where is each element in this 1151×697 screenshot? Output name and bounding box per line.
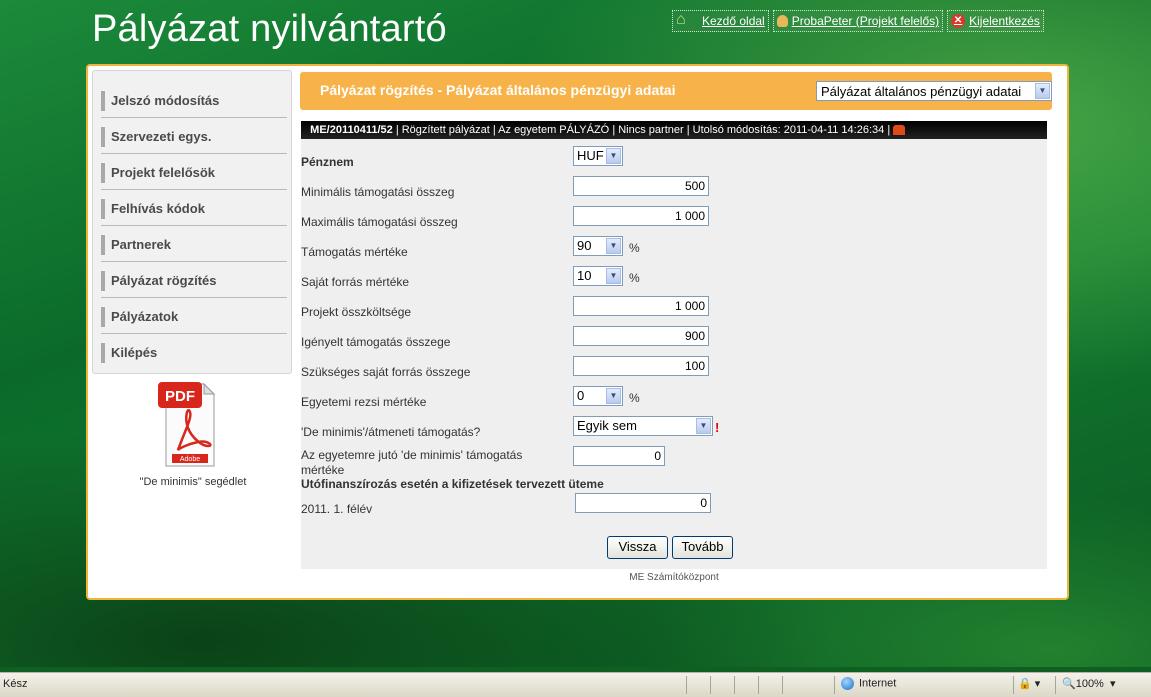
page-title: Pályázat rögzítés - Pályázat általános p…	[320, 82, 676, 98]
globe-icon	[841, 677, 854, 690]
record-status-bar: ME/20110411/52 | Rögzített pályázat | Az…	[301, 121, 1047, 139]
currency-label: Pénznem	[301, 155, 354, 169]
browser-status-text: Kész	[3, 678, 28, 690]
record-applicant: Az egyetem PÁLYÁZÓ	[498, 124, 610, 136]
sidebar-item-applications[interactable]: Pályázatok	[101, 307, 293, 327]
own-rate-value: 10	[577, 268, 592, 283]
total-cost-input[interactable]: 1 000	[573, 296, 709, 316]
own-amount-label: Szükséges saját forrás összege	[301, 365, 471, 379]
semester-label: 2011. 1. félév	[301, 502, 373, 516]
record-partner: Nincs partner	[618, 124, 684, 136]
record-state: Rögzített pályázat	[401, 124, 490, 136]
deminimis-select[interactable]: Egyik sem ▼	[573, 416, 713, 436]
chevron-down-icon: ▼	[606, 148, 621, 164]
main-panel: Jelszó módosítás Szervezeti egys. Projek…	[86, 64, 1069, 600]
menu-divider	[101, 117, 287, 118]
sidebar-item-project-owners[interactable]: Projekt felelősök	[101, 163, 293, 183]
next-button[interactable]: Tovább	[672, 536, 733, 559]
home-icon	[676, 11, 698, 29]
back-button[interactable]: Vissza	[607, 536, 668, 559]
financial-form: Pénznem HUF ▼ Minimális támogatási össze…	[301, 139, 1047, 569]
zone-indicator: Internet	[841, 677, 896, 690]
menu-divider	[101, 189, 287, 190]
sidebar-item-password[interactable]: Jelszó módosítás	[101, 91, 293, 111]
own-rate-unit: %	[629, 271, 640, 285]
total-cost-label: Projekt összköltsége	[301, 305, 412, 319]
home-link-label: Kezdő oldal	[702, 14, 765, 28]
max-support-input[interactable]: 1 000	[573, 206, 709, 226]
logout-link-label: Kijelentkezés	[969, 14, 1040, 28]
sidebar-item-application-entry[interactable]: Pályázat rögzítés	[101, 271, 293, 291]
pdf-brand: Adobe	[180, 456, 200, 463]
menu-divider	[101, 261, 287, 262]
chevron-down-icon: ▼	[696, 418, 711, 434]
overhead-label: Egyetemi rezsi mértéke	[301, 395, 427, 409]
pdf-caption[interactable]: "De minimis" segédlet	[98, 476, 288, 488]
currency-value: HUF	[577, 148, 604, 163]
pdf-label: PDF	[165, 388, 195, 405]
pdf-guide-icon[interactable]: PDF Adobe	[158, 376, 220, 471]
own-amount-input[interactable]: 100	[573, 356, 709, 376]
requested-input[interactable]: 900	[573, 326, 709, 346]
page-footer: ME Számítóközpont	[629, 572, 719, 583]
app-title: Pályázat nyilvántartó	[92, 8, 447, 50]
deminimis-value: Egyik sem	[577, 418, 637, 433]
logout-link[interactable]: ✕ Kijelentkezés	[947, 10, 1044, 32]
sidebar: Jelszó módosítás Szervezeti egys. Projek…	[92, 70, 292, 374]
univ-deminimis-input[interactable]: 0	[573, 446, 665, 466]
home-red-icon[interactable]	[893, 125, 906, 136]
zoom-control[interactable]: 🔍100% ▾	[1062, 677, 1115, 690]
user-link[interactable]: ProbaPeter (Projekt felelős)	[772, 10, 944, 32]
section-select[interactable]: Pályázat általános pénzügyi adatai ▼	[816, 81, 1052, 101]
own-rate-label: Saját forrás mértéke	[301, 275, 410, 289]
chevron-down-icon: ▼	[606, 388, 621, 404]
home-link[interactable]: Kezdő oldal	[672, 10, 769, 32]
warning-mark: !	[715, 420, 720, 435]
univ-deminimis-label-cont: mértéke	[301, 463, 345, 477]
zoom-label: 100%	[1075, 678, 1104, 690]
support-rate-unit: %	[629, 241, 640, 255]
zoom-icon: 🔍	[1062, 678, 1076, 690]
record-id: ME/20110411/52	[310, 124, 393, 136]
user-link-label: ProbaPeter (Projekt felelős)	[791, 14, 940, 28]
menu-divider	[101, 333, 287, 334]
logout-icon: ✕	[951, 14, 966, 28]
sidebar-item-org-units[interactable]: Szervezeti egys.	[101, 127, 293, 147]
support-rate-select[interactable]: 90 ▼	[573, 236, 623, 256]
sidebar-item-call-codes[interactable]: Felhívás kódok	[101, 199, 293, 219]
own-rate-select[interactable]: 10 ▼	[573, 266, 623, 286]
chevron-down-icon: ▼	[606, 238, 621, 254]
overhead-unit: %	[629, 391, 640, 405]
semester-input[interactable]: 0	[575, 493, 711, 513]
min-support-input[interactable]: 500	[573, 176, 709, 196]
support-rate-label: Támogatás mértéke	[301, 245, 408, 259]
requested-label: Igényelt támogatás összege	[301, 335, 451, 349]
browser-status-bar: Kész Internet 🔒 ▾ 🔍100% ▾	[0, 672, 1151, 697]
sidebar-item-exit[interactable]: Kilépés	[101, 343, 293, 363]
section-select-value: Pályázat általános pénzügyi adatai	[821, 84, 1022, 99]
chevron-down-icon: ▼	[606, 268, 621, 284]
top-links: Kezdő oldal ProbaPeter (Projekt felelős)…	[672, 10, 1044, 32]
max-support-label: Maximális támogatási összeg	[301, 215, 458, 229]
menu-divider	[101, 225, 287, 226]
menu-divider	[101, 297, 287, 298]
zone-label: Internet	[859, 677, 897, 690]
deminimis-label: 'De minimis'/átmeneti támogatás?	[301, 425, 481, 439]
overhead-value: 0	[577, 388, 585, 403]
protected-mode-icon[interactable]: 🔒 ▾	[1018, 677, 1040, 690]
sidebar-item-partners[interactable]: Partnerek	[101, 235, 293, 255]
support-rate-value: 90	[577, 238, 592, 253]
user-icon	[776, 15, 788, 27]
record-modified: Utolsó módosítás: 2011-04-11 14:26:34	[692, 124, 885, 136]
menu-divider	[101, 153, 287, 154]
overhead-select[interactable]: 0 ▼	[573, 386, 623, 406]
postfin-title: Utófinanszírozás esetén a kifizetések te…	[301, 477, 604, 491]
page-header: Pályázat rögzítés - Pályázat általános p…	[300, 72, 1052, 110]
currency-select[interactable]: HUF ▼	[573, 146, 623, 166]
min-support-label: Minimális támogatási összeg	[301, 185, 455, 199]
univ-deminimis-label: Az egyetemre jutó 'de minimis' támogatás	[301, 448, 523, 462]
chevron-down-icon: ▼	[1035, 83, 1050, 99]
